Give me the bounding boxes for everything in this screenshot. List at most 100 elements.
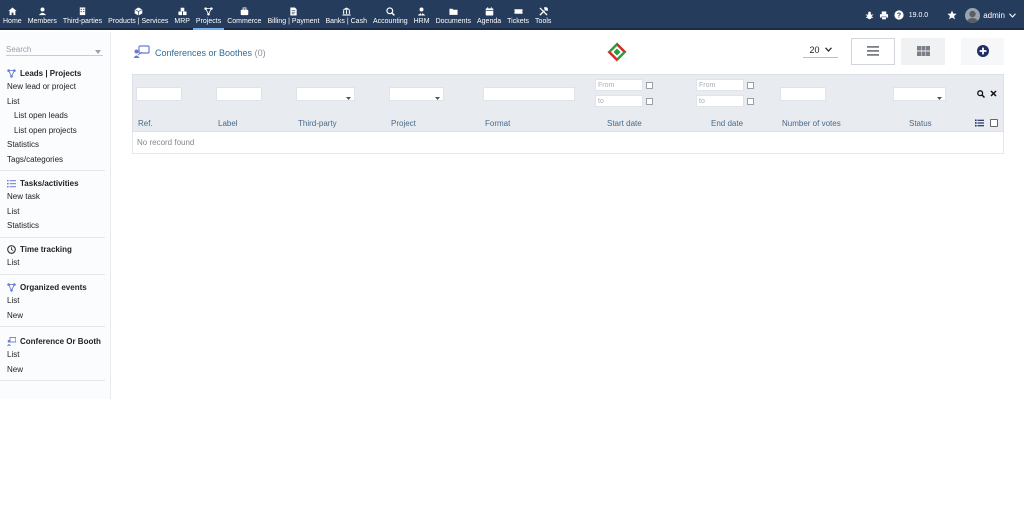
filter-start-to[interactable]: to: [595, 95, 643, 107]
sidebar-section-time-tracking: Time tracking List: [0, 242, 105, 275]
menu-item-label: HRM: [413, 18, 430, 25]
search-icon[interactable]: [977, 90, 986, 100]
username[interactable]: admin: [983, 11, 1005, 20]
column-header-end-date[interactable]: End date: [711, 119, 743, 128]
sidebar-item-statistics[interactable]: Statistics: [0, 219, 105, 234]
building-icon: [78, 7, 88, 16]
calendar-icon[interactable]: [747, 98, 754, 105]
column-selector-icon[interactable]: [975, 119, 984, 129]
sidebar-section-label: Tasks/activities: [20, 178, 79, 188]
add-new-button[interactable]: [961, 38, 1004, 65]
filter-thirdparty-select[interactable]: [296, 87, 355, 101]
table-row-empty: No record found: [132, 132, 1004, 154]
sidebar-item-list[interactable]: List: [0, 205, 105, 220]
menu-item-billing-payment[interactable]: Billing | Payment: [264, 0, 322, 30]
top-navbar: Home Members Third-parties Products | Servi…: [0, 0, 1024, 30]
sidebar-item-tags-categories[interactable]: Tags/categories: [0, 153, 105, 168]
calendar-icon[interactable]: [747, 82, 754, 89]
menu-item-banks-cash[interactable]: Banks | Cash: [322, 0, 370, 30]
menu-item-products-services[interactable]: Products | Services: [105, 0, 171, 30]
menu-item-home[interactable]: Home: [0, 0, 25, 30]
list-view-icon: [867, 45, 879, 58]
sidebar-section-title[interactable]: Leads | Projects: [0, 66, 105, 80]
sidebar-section-title[interactable]: Conference Or Booth: [0, 334, 105, 348]
menu-item-tickets[interactable]: Tickets: [504, 0, 532, 30]
menu-item-accounting[interactable]: Accounting: [370, 0, 411, 30]
filter-status-select[interactable]: [893, 87, 946, 101]
filter-end-from[interactable]: From: [696, 79, 744, 91]
chevron-down-icon[interactable]: [95, 47, 101, 56]
filter-label-input[interactable]: [216, 87, 262, 101]
folder-icon: [448, 7, 458, 16]
sidebar-section-organized-events: Organized events List New: [0, 280, 105, 327]
sidebar-item-list[interactable]: List: [0, 294, 105, 309]
chevron-down-icon[interactable]: [1009, 12, 1016, 18]
sidebar-section-title[interactable]: Tasks/activities: [0, 176, 105, 190]
bookmark-star-icon[interactable]: [946, 10, 957, 21]
menu-item-label: Tickets: [507, 18, 530, 25]
sidebar-item-list[interactable]: List: [0, 95, 105, 110]
column-header-label[interactable]: Label: [218, 119, 238, 128]
sidebar-item-list[interactable]: List: [0, 348, 105, 363]
help-icon[interactable]: ?: [894, 10, 905, 21]
list-view-button[interactable]: [851, 38, 895, 65]
page-title-text: Conferences or Boothes: [155, 48, 253, 58]
sidebar-section-label: Leads | Projects: [20, 68, 82, 78]
menu-item-label: Projects: [195, 18, 222, 25]
select-all-checkbox[interactable]: [990, 119, 998, 127]
column-header-thirdparty[interactable]: Third-party: [298, 119, 337, 128]
menu-item-projects[interactable]: Projects: [192, 0, 225, 30]
sidebar-section-title[interactable]: Time tracking: [0, 242, 105, 256]
filter-ref-input[interactable]: [136, 87, 182, 101]
menu-item-label: Tools: [535, 18, 552, 25]
calendar-icon[interactable]: [646, 82, 653, 89]
menu-item-hrm[interactable]: HRM: [411, 0, 433, 30]
version-label: 19.0.0: [908, 11, 929, 19]
sidebar-item-new-lead-or-project[interactable]: New lead or project: [0, 80, 105, 95]
search-input[interactable]: [6, 44, 92, 55]
column-header-ref[interactable]: Ref.: [138, 119, 153, 128]
filter-format-input[interactable]: [483, 87, 575, 101]
kanban-view-button[interactable]: [901, 38, 945, 65]
clock-icon: [7, 244, 16, 254]
sidebar-item-list[interactable]: List: [0, 256, 105, 271]
user-avatar[interactable]: [965, 7, 981, 23]
bug-icon[interactable]: [864, 10, 875, 21]
sidebar-item-new[interactable]: New: [0, 363, 105, 378]
menu-item-label: Accounting: [372, 18, 408, 25]
menu-item-agenda[interactable]: Agenda: [474, 0, 504, 30]
page-size-select[interactable]: 20: [803, 42, 838, 58]
column-header-project[interactable]: Project: [391, 119, 416, 128]
filter-end-to[interactable]: to: [696, 95, 744, 107]
chevron-down-icon: [937, 93, 942, 102]
column-header-votes[interactable]: Number of votes: [782, 119, 841, 128]
menu-item-tools[interactable]: Tools: [532, 0, 554, 30]
sidebar-item-new-task[interactable]: New task: [0, 190, 105, 205]
main-menu: Home Members Third-parties Products | Servi…: [0, 0, 554, 30]
column-header-start-date[interactable]: Start date: [607, 119, 642, 128]
column-header-status[interactable]: Status: [909, 119, 932, 128]
sidebar-item-new[interactable]: New: [0, 309, 105, 324]
close-icon[interactable]: [990, 90, 997, 99]
tasks-icon: [7, 179, 16, 188]
filter-start-from[interactable]: From: [595, 79, 643, 91]
menu-item-documents[interactable]: Documents: [433, 0, 474, 30]
menu-item-commerce[interactable]: Commerce: [224, 0, 264, 30]
sidebar-item-statistics[interactable]: Statistics: [0, 138, 105, 153]
sidebar-section-title[interactable]: Organized events: [0, 280, 105, 294]
plus-circle-icon: [976, 44, 989, 59]
filter-project-select[interactable]: [389, 87, 444, 101]
calendar-icon[interactable]: [646, 98, 653, 105]
filter-votes-input[interactable]: [780, 87, 826, 101]
column-header-format[interactable]: Format: [485, 119, 510, 128]
print-icon[interactable]: [879, 10, 890, 21]
menu-item-members[interactable]: Members: [25, 0, 60, 30]
menu-item-third-parties[interactable]: Third-parties: [60, 0, 105, 30]
sidebar-item-list-open-projects[interactable]: List open projects: [0, 124, 105, 139]
user-icon: [37, 7, 47, 16]
menu-item-mrp[interactable]: MRP: [171, 0, 193, 30]
menu-item-label: Home: [3, 18, 22, 25]
sidebar-item-list-open-leads[interactable]: List open leads: [0, 109, 105, 124]
cube-icon: [133, 7, 143, 16]
